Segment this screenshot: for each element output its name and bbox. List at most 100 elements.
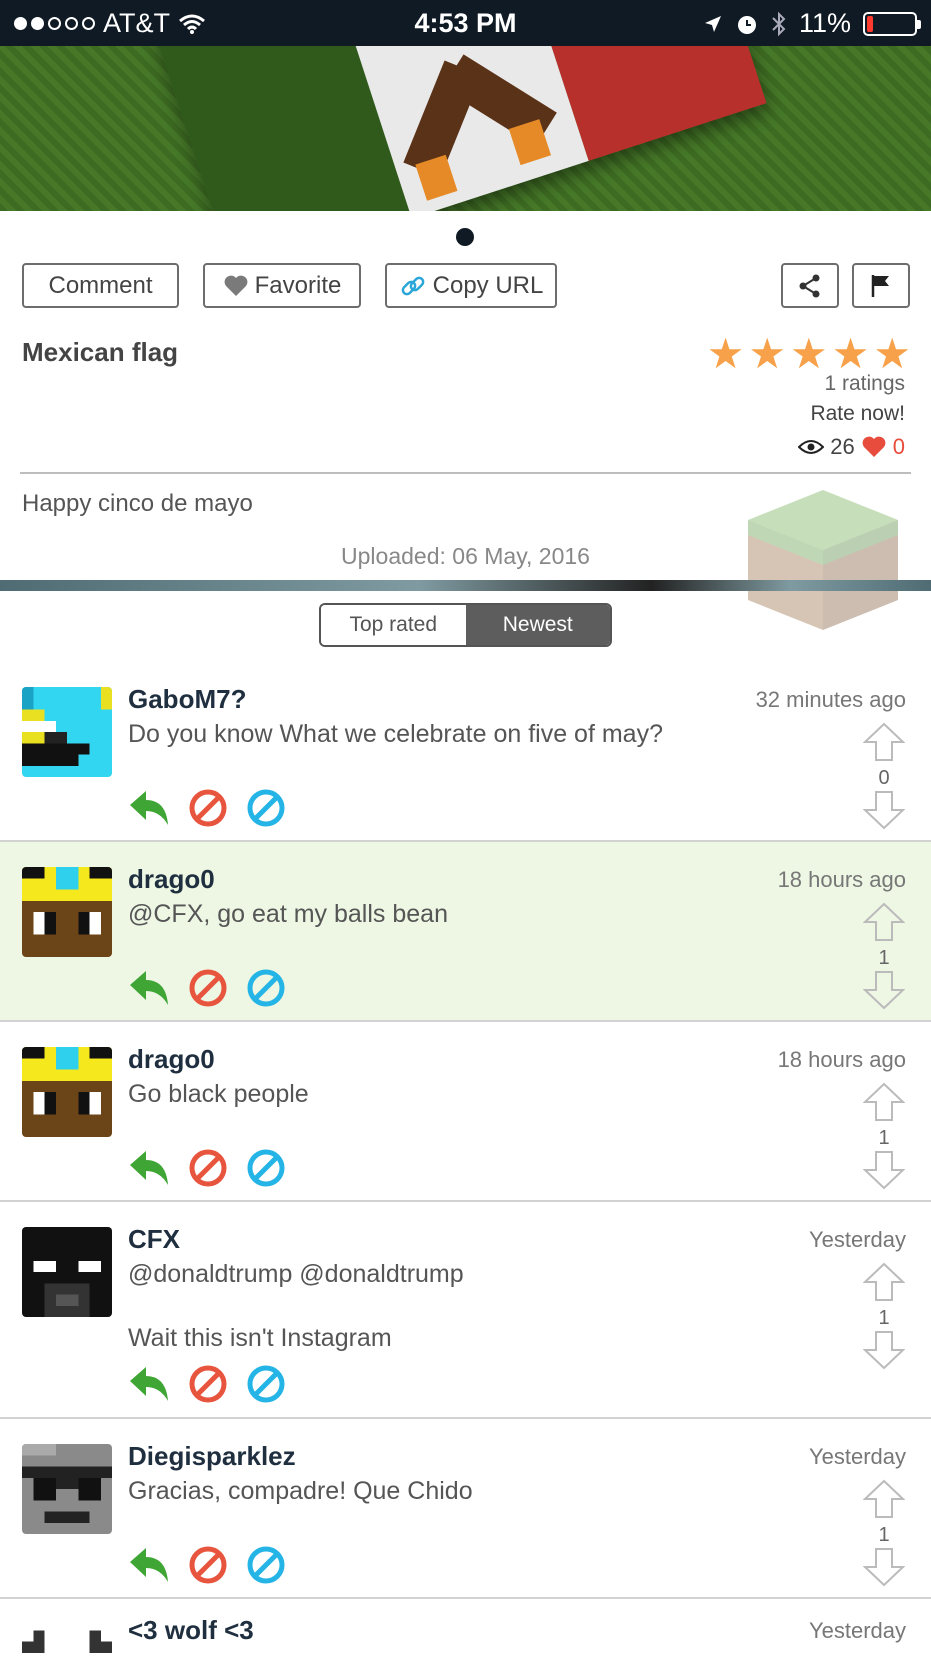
comment-text: Go black people: [128, 1080, 309, 1108]
vote-count: 0: [878, 767, 890, 789]
comment-item: <3 wolf <3 Yesterday: [0, 1599, 931, 1656]
comment-text: Do you know What we celebrate on five of…: [128, 720, 663, 748]
like-count: 0: [892, 434, 905, 459]
upvote-icon[interactable]: [862, 1479, 906, 1519]
tab-top-rated[interactable]: Top rated: [321, 605, 466, 645]
downvote-icon[interactable]: [862, 1150, 906, 1190]
comment-username[interactable]: drago0: [128, 864, 215, 895]
downvote-icon[interactable]: [862, 1547, 906, 1587]
hero-image[interactable]: [0, 46, 931, 211]
block-icon[interactable]: [246, 968, 286, 1008]
avatar[interactable]: [22, 1227, 112, 1317]
favorite-button-label: Favorite: [254, 271, 342, 299]
comment-text: Gracias, compadre! Que Chido: [128, 1477, 473, 1505]
heart-icon: [862, 436, 886, 457]
vote-count: 1: [878, 1127, 890, 1149]
post-title: Mexican flag: [22, 337, 179, 367]
block-icon[interactable]: [246, 1364, 286, 1404]
block-icon[interactable]: [246, 1148, 286, 1188]
divider: [20, 472, 911, 474]
status-bar: AT&T 4:53 PM 11%: [0, 0, 931, 46]
comment-item: CFX Yesterday @donaldtrump @donaldtrump …: [0, 1202, 931, 1419]
report-flag-button[interactable]: [852, 263, 910, 308]
downvote-icon[interactable]: [862, 1330, 906, 1370]
vote-count: 1: [878, 1307, 890, 1329]
vote-count: 1: [878, 947, 890, 969]
comment-time: Yesterday: [808, 1227, 906, 1252]
vote-control: 0: [862, 722, 906, 835]
avatar[interactable]: [22, 1444, 112, 1534]
comment-username[interactable]: GaboM7?: [128, 684, 246, 715]
vote-control: 1: [862, 1082, 906, 1195]
comment-username[interactable]: CFX: [128, 1224, 180, 1255]
alarm-icon: [737, 15, 756, 34]
reply-icon[interactable]: [128, 969, 170, 1007]
comment-item: GaboM7? 32 minutes ago Do you know What …: [0, 662, 931, 842]
reply-icon[interactable]: [128, 1546, 170, 1584]
eye-icon: [798, 440, 825, 454]
rate-now-link[interactable]: Rate now!: [810, 402, 905, 426]
downvote-icon[interactable]: [862, 790, 906, 830]
page-indicator: [456, 228, 474, 246]
vote-count: 1: [878, 1524, 890, 1546]
comment-username[interactable]: drago0: [128, 1044, 215, 1075]
tab-newest[interactable]: Newest: [465, 605, 610, 645]
star-icon[interactable]: ★: [873, 333, 911, 375]
sort-segmented-control[interactable]: Top rated Newest: [319, 603, 612, 647]
share-icon: [799, 274, 820, 297]
block-icon[interactable]: [246, 788, 286, 828]
comment-username[interactable]: Diegisparklez: [128, 1441, 296, 1472]
bluetooth-icon: [772, 11, 786, 36]
downvote-icon[interactable]: [862, 970, 906, 1010]
upvote-icon[interactable]: [862, 1082, 906, 1122]
avatar[interactable]: [22, 867, 112, 957]
post-description: Happy cinco de mayo: [22, 490, 253, 517]
report-icon[interactable]: [188, 1364, 228, 1404]
flag-icon: [871, 274, 889, 297]
comment-time: 18 hours ago: [777, 867, 906, 892]
star-icon[interactable]: ★: [707, 333, 745, 375]
star-icon[interactable]: ★: [748, 333, 786, 375]
upvote-icon[interactable]: [862, 902, 906, 942]
comment-text-line-2: Wait this isn't Instagram: [128, 1324, 392, 1352]
report-icon[interactable]: [188, 788, 228, 828]
star-icon[interactable]: ★: [832, 333, 870, 375]
view-count: 26: [830, 434, 855, 459]
report-icon[interactable]: [188, 1148, 228, 1188]
comment-time: Yesterday: [808, 1618, 906, 1643]
vote-control: 1: [862, 1479, 906, 1592]
block-icon[interactable]: [246, 1545, 286, 1585]
reply-icon[interactable]: [128, 1365, 170, 1403]
battery-percent: 11%: [798, 8, 851, 38]
copy-url-button[interactable]: Copy URL: [385, 263, 557, 308]
heart-icon: [224, 275, 248, 296]
ratings-count: 1 ratings: [824, 372, 905, 395]
avatar[interactable]: [22, 1047, 112, 1137]
link-icon: [401, 276, 425, 295]
post-stats: 26 0: [798, 434, 905, 460]
comment-button-label: Comment: [48, 271, 153, 299]
comment-item: Diegisparklez Yesterday Gracias, compadr…: [0, 1419, 931, 1599]
vote-control: 1: [862, 902, 906, 1015]
upvote-icon[interactable]: [862, 1262, 906, 1302]
avatar[interactable]: [22, 1619, 112, 1656]
comment-time: Yesterday: [808, 1444, 906, 1469]
comment-text: @CFX, go eat my balls bean: [128, 900, 448, 928]
grass-block-icon: [748, 490, 898, 630]
reply-icon[interactable]: [128, 789, 170, 827]
reply-icon[interactable]: [128, 1149, 170, 1187]
copy-url-button-label: Copy URL: [432, 271, 544, 299]
avatar[interactable]: [22, 687, 112, 777]
report-icon[interactable]: [188, 1545, 228, 1585]
comment-button[interactable]: Comment: [22, 263, 179, 308]
share-button[interactable]: [781, 263, 839, 308]
section-separator: [0, 580, 931, 591]
star-rating[interactable]: ★ ★ ★ ★ ★: [707, 333, 911, 375]
comment-item: drago0 18 hours ago Go black people 1: [0, 1022, 931, 1202]
favorite-button[interactable]: Favorite: [203, 263, 361, 308]
report-icon[interactable]: [188, 968, 228, 1008]
comment-username[interactable]: <3 wolf <3: [128, 1615, 254, 1646]
upvote-icon[interactable]: [862, 722, 906, 762]
star-icon[interactable]: ★: [790, 333, 828, 375]
comment-item: drago0 18 hours ago @CFX, go eat my ball…: [0, 842, 931, 1022]
